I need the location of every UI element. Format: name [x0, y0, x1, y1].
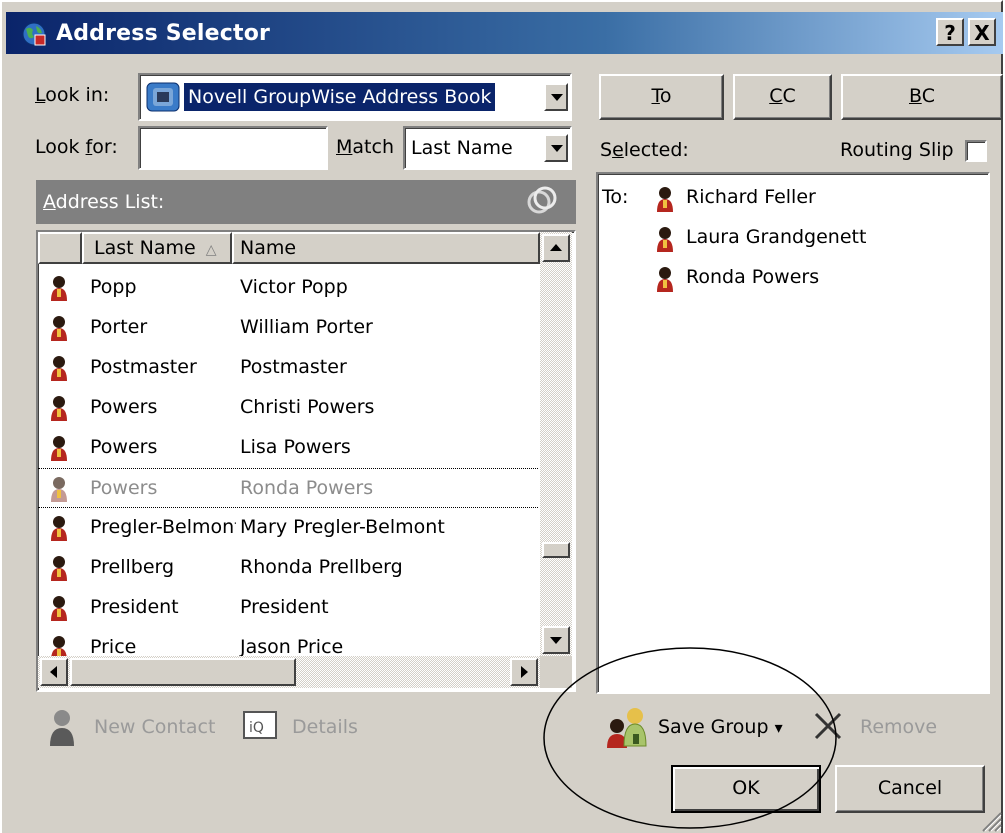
cell-last-name: Postmaster: [90, 356, 197, 378]
recipient-item[interactable]: Ronda Powers: [654, 260, 974, 296]
vertical-scroll-thumb[interactable]: [542, 542, 570, 558]
column-icon-header[interactable]: [38, 232, 82, 264]
match-value: Last Name: [411, 137, 513, 159]
person-icon: [51, 396, 67, 421]
groupwise-book-icon: [146, 82, 180, 112]
cell-last-name: Powers: [90, 436, 158, 458]
routing-slip-checkbox[interactable]: [965, 140, 987, 162]
person-icon: [657, 187, 673, 212]
table-row[interactable]: President President: [38, 588, 538, 628]
to-prefix-label: To:: [602, 186, 629, 208]
person-icon: [51, 477, 67, 502]
cell-name: Lisa Powers: [240, 436, 351, 458]
table-row[interactable]: Prellberg Rhonda Prellberg: [38, 548, 538, 588]
cancel-button[interactable]: Cancel: [835, 765, 985, 813]
help-button[interactable]: ?: [936, 18, 964, 46]
match-dropdown-arrow[interactable]: [544, 134, 568, 162]
table-row[interactable]: Porter William Porter: [38, 308, 538, 348]
table-row[interactable]: Postmaster Postmaster: [38, 348, 538, 388]
vertical-scrollbar[interactable]: [540, 232, 572, 656]
look-for-input[interactable]: [138, 126, 328, 170]
table-row[interactable]: Powers Ronda Powers: [38, 468, 538, 508]
bc-button[interactable]: BC: [841, 74, 1003, 120]
details-button[interactable]: Details: [292, 716, 358, 738]
details-icon: iQ: [243, 711, 277, 739]
cell-last-name: Powers: [90, 396, 158, 418]
look-in-label: Look in:: [35, 84, 110, 106]
new-contact-icon: [50, 710, 74, 746]
person-icon: [51, 276, 67, 301]
person-icon: [657, 267, 673, 292]
address-list[interactable]: Last Name △ Name Popp Victor Popp Porter Wi…: [36, 230, 576, 692]
person-icon: [51, 436, 67, 461]
cell-last-name: Pregler-Belmont: [90, 516, 236, 538]
close-button[interactable]: X: [968, 18, 996, 46]
column-header-last-name[interactable]: Last Name △: [82, 232, 232, 264]
sort-indicator-icon: △: [205, 242, 217, 258]
cell-name: Ronda Powers: [240, 477, 374, 499]
recipient-name: Laura Grandgenett: [686, 226, 867, 248]
recipient-item[interactable]: Richard Feller: [654, 180, 974, 216]
cell-name: Jason Price: [240, 636, 344, 658]
look-in-combobox[interactable]: Novell GroupWise Address Book: [138, 73, 572, 121]
to-button[interactable]: To: [599, 74, 724, 120]
cell-last-name: Porter: [90, 316, 148, 338]
cell-name: Victor Popp: [240, 276, 348, 298]
person-icon: [51, 316, 67, 341]
table-row[interactable]: Powers Christi Powers: [38, 388, 538, 428]
cell-name: President: [240, 596, 329, 618]
match-label: Match: [336, 136, 394, 158]
horizontal-scroll-thumb[interactable]: [70, 658, 296, 686]
look-in-value: Novell GroupWise Address Book: [182, 82, 497, 112]
scroll-up-arrow[interactable]: [542, 234, 570, 262]
person-icon: [51, 556, 67, 581]
annotation-ellipse: [543, 647, 837, 829]
svg-text:iQ: iQ: [249, 720, 264, 736]
new-contact-button[interactable]: New Contact: [94, 716, 215, 738]
table-row[interactable]: Popp Victor Popp: [38, 268, 538, 308]
scroll-left-arrow[interactable]: [40, 658, 68, 686]
address-book-globe-icon: [22, 22, 46, 46]
cell-name: William Porter: [240, 316, 373, 338]
remove-button[interactable]: Remove: [860, 716, 937, 738]
window-title: Address Selector: [56, 21, 271, 46]
person-icon: [51, 596, 67, 621]
recipient-name: Richard Feller: [686, 186, 816, 208]
person-icon: [51, 356, 67, 381]
cell-last-name: Powers: [90, 477, 158, 499]
column-header-name[interactable]: Name: [232, 232, 540, 264]
column-name-label: Name: [240, 237, 297, 259]
table-row[interactable]: Powers Lisa Powers: [38, 428, 538, 468]
match-select[interactable]: Last Name: [403, 126, 572, 170]
column-last-name-label: Last Name: [94, 237, 196, 259]
selected-label: Selected:: [600, 139, 689, 161]
recipient-name: Ronda Powers: [686, 266, 820, 288]
cell-name: Mary Pregler-Belmont: [240, 516, 445, 538]
person-icon: [51, 516, 67, 541]
routing-slip-label: Routing Slip: [840, 139, 954, 161]
person-icon: [657, 227, 673, 252]
scroll-right-arrow[interactable]: [510, 658, 538, 686]
title-bar[interactable]: Address Selector ? X: [6, 12, 1003, 54]
cell-last-name: Prellberg: [90, 556, 175, 578]
cell-last-name: Popp: [90, 276, 137, 298]
recipient-item[interactable]: Laura Grandgenett: [654, 220, 974, 256]
address-list-header: Address List:: [36, 180, 576, 224]
resize-grip-icon[interactable]: [980, 810, 1002, 832]
look-in-dropdown-arrow[interactable]: [544, 83, 568, 111]
address-rows: Popp Victor Popp Porter William Porter Postm…: [38, 268, 540, 668]
selected-recipients-list[interactable]: To: Richard Feller Laura Grandgenett Ronda…: [596, 172, 990, 694]
cell-name: Christi Powers: [240, 396, 375, 418]
table-row[interactable]: Pregler-Belmont Mary Pregler-Belmont: [38, 508, 538, 548]
cc-button[interactable]: CC: [733, 74, 832, 120]
address-book-rings-icon[interactable]: [524, 183, 560, 219]
cell-name: Postmaster: [240, 356, 347, 378]
cell-name: Rhonda Prellberg: [240, 556, 403, 578]
address-selector-dialog: Address Selector ? X Look in: Novell Gro…: [0, 0, 1003, 833]
cell-last-name: Price: [90, 636, 137, 658]
address-list-label: Address List:: [43, 191, 165, 213]
look-for-label: Look for:: [35, 136, 118, 158]
horizontal-scrollbar[interactable]: [38, 656, 540, 688]
cell-last-name: President: [90, 596, 179, 618]
